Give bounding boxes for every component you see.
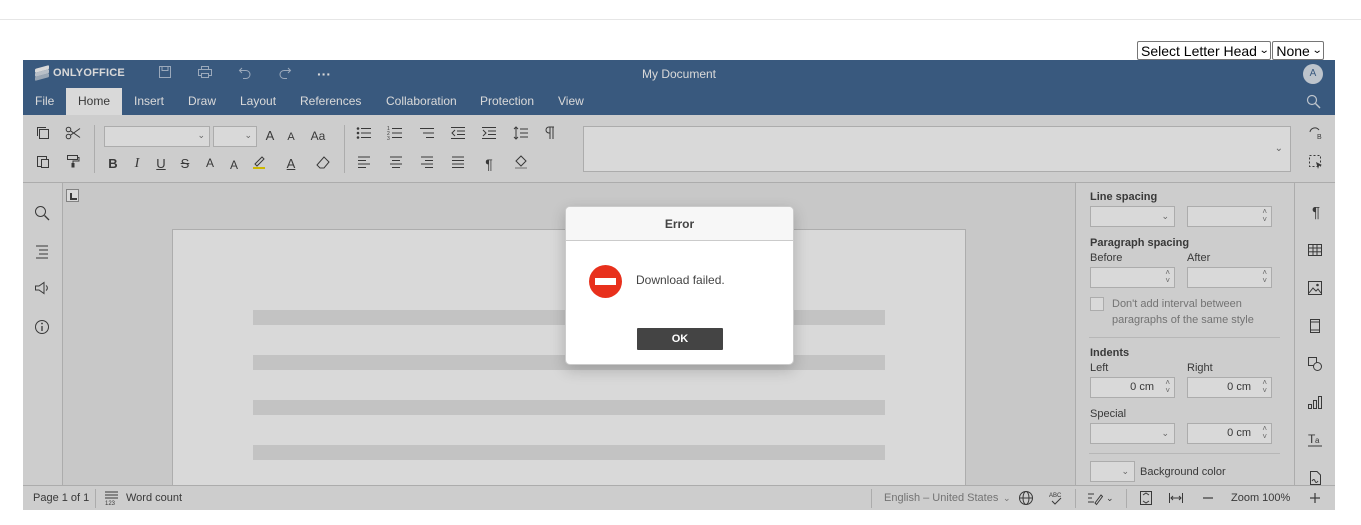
letterhead-controls: Select Letter Head ⌄ None ⌄ — [1137, 41, 1325, 60]
dialog-title: Error — [566, 207, 793, 241]
editor-app: ONLYOFFICE ··· My Document A File Home I… — [23, 60, 1335, 510]
letterhead-none-label: None — [1276, 42, 1310, 59]
error-dialog: Error Download failed. OK — [565, 206, 794, 365]
chevron-down-icon: ⌄ — [1258, 45, 1270, 56]
letterhead-select[interactable]: Select Letter Head ⌄ — [1137, 41, 1272, 60]
error-icon — [589, 265, 622, 298]
letterhead-select-label: Select Letter Head — [1141, 42, 1257, 59]
ok-button[interactable]: OK — [637, 328, 723, 350]
chevron-down-icon: ⌄ — [1311, 45, 1323, 56]
dialog-message: Download failed. — [636, 273, 725, 287]
letterhead-none-select[interactable]: None ⌄ — [1272, 41, 1325, 60]
top-divider — [0, 19, 1361, 20]
